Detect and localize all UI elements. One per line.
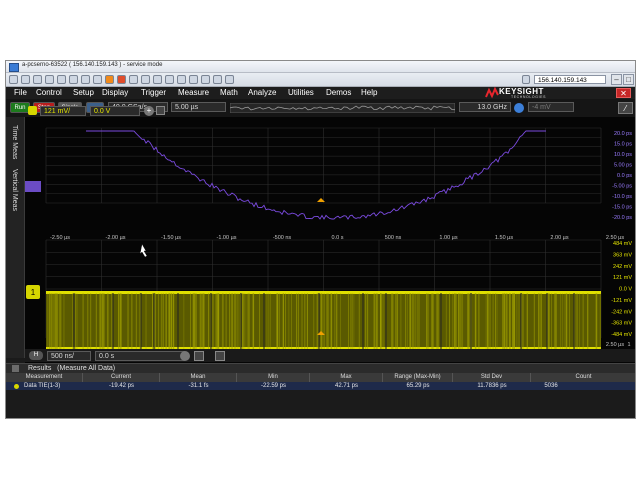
col-std-dev: Std Dev bbox=[453, 373, 531, 382]
row-min: -22.59 ps bbox=[260, 383, 287, 389]
y-tick-label: -5.00 ps bbox=[612, 184, 632, 190]
x-tick-label: 1.50 µs bbox=[495, 235, 513, 241]
y-tick-label: 20.0 ps bbox=[614, 131, 632, 137]
col-measurement: Measurement bbox=[6, 373, 83, 382]
x-tick-label: 2.00 µs bbox=[550, 235, 568, 241]
results-header: Results (Measure All Data) bbox=[6, 363, 635, 373]
timebase-scale-field[interactable]: 500 ns/ bbox=[47, 351, 91, 361]
col-max: Max bbox=[310, 373, 383, 382]
timebase-position-field[interactable]: 0.0 s bbox=[95, 351, 185, 361]
row-std-dev: 11.7836 ps bbox=[477, 383, 507, 389]
row-current: -19.42 ps bbox=[108, 383, 135, 389]
y-tick-label: 15.0 ps bbox=[614, 142, 632, 148]
y-tick-label: -484 mV bbox=[611, 332, 632, 338]
col-range: Range (Max-Min) bbox=[383, 373, 453, 382]
row-channel-dot-icon bbox=[14, 384, 19, 389]
row-count: 5036 bbox=[544, 383, 558, 389]
col-count: Count bbox=[531, 373, 635, 382]
results-table-header: Measurement Current Mean Min Max Range (… bbox=[6, 373, 635, 382]
y-tick-label: -363 mV bbox=[611, 321, 632, 327]
row-mean: -31.1 fs bbox=[188, 383, 209, 389]
x-tick-label: 2.50 µs bbox=[606, 342, 624, 348]
y-tick-label: 363 mV bbox=[613, 252, 632, 258]
x-tick-label: -1.50 µs bbox=[161, 235, 181, 241]
col-min: Min bbox=[237, 373, 310, 382]
waveform-high-rail bbox=[46, 291, 601, 294]
waveform-band bbox=[46, 294, 601, 349]
x-tick-label: -1.00 µs bbox=[217, 235, 237, 241]
tie-channel-marker-icon bbox=[25, 181, 41, 192]
y-tick-label: 10.0 ps bbox=[614, 152, 632, 158]
x-tick-label: 0.0 s bbox=[332, 235, 344, 241]
results-title: Results (Measure All Data) bbox=[28, 365, 116, 372]
y-tick-label: 0.0 V bbox=[619, 287, 632, 293]
x-tick-label: 500 ns bbox=[385, 235, 402, 241]
timebase-bar: H 500 ns/ 0.0 s bbox=[25, 349, 635, 362]
channel1-ground-label: 1 bbox=[31, 288, 36, 297]
scope-window: a-pcserno-63522 ( 156.140.159.143 ) - se… bbox=[5, 60, 636, 419]
col-current: Current bbox=[83, 373, 160, 382]
y-tick-label: -121 mV bbox=[611, 298, 632, 304]
x-tick-extra-label: 1 bbox=[627, 342, 630, 348]
horizontal-icon[interactable]: H bbox=[29, 351, 43, 360]
table-row[interactable]: Data TIE(1-3) -19.42 ps -31.1 fs -22.59 … bbox=[6, 382, 635, 390]
x-tick-label: 1.00 µs bbox=[439, 235, 457, 241]
channel1-waveform bbox=[46, 291, 601, 350]
col-mean: Mean bbox=[160, 373, 237, 382]
y-tick-label: 484 mV bbox=[613, 241, 632, 247]
x-tick-label: -2.50 µs bbox=[50, 235, 70, 241]
y-tick-label: -242 mV bbox=[611, 309, 632, 315]
x-tick-label: -500 ns bbox=[273, 235, 292, 241]
timebase-menu-icon[interactable] bbox=[194, 351, 204, 361]
row-range: 65.29 ps bbox=[406, 383, 430, 389]
y-tick-label: -15.0 ps bbox=[612, 205, 632, 211]
row-max: 42.71 ps bbox=[334, 383, 359, 389]
y-tick-label: -20.0 ps bbox=[612, 215, 632, 221]
scope-display: -2.50 µs -2.00 µs -1.50 µs -1.00 µs -500 ns 0… bbox=[25, 117, 635, 363]
y-tick-label: 5.00 ps bbox=[614, 163, 632, 169]
y-tick-label: 0.0 ps bbox=[617, 173, 632, 179]
row-measurement: Data TIE(1-3) bbox=[24, 383, 61, 389]
results-collapse-icon[interactable] bbox=[12, 365, 19, 372]
y-tick-label: -10.0 ps bbox=[612, 194, 632, 200]
results-table-empty-area bbox=[6, 390, 635, 418]
x-tick-label: -2.00 µs bbox=[106, 235, 126, 241]
y-tick-label: 121 mV bbox=[613, 275, 632, 281]
timebase-options-icon[interactable] bbox=[215, 351, 225, 361]
y-tick-label: 242 mV bbox=[613, 264, 632, 270]
zoom-icon[interactable] bbox=[180, 351, 190, 361]
